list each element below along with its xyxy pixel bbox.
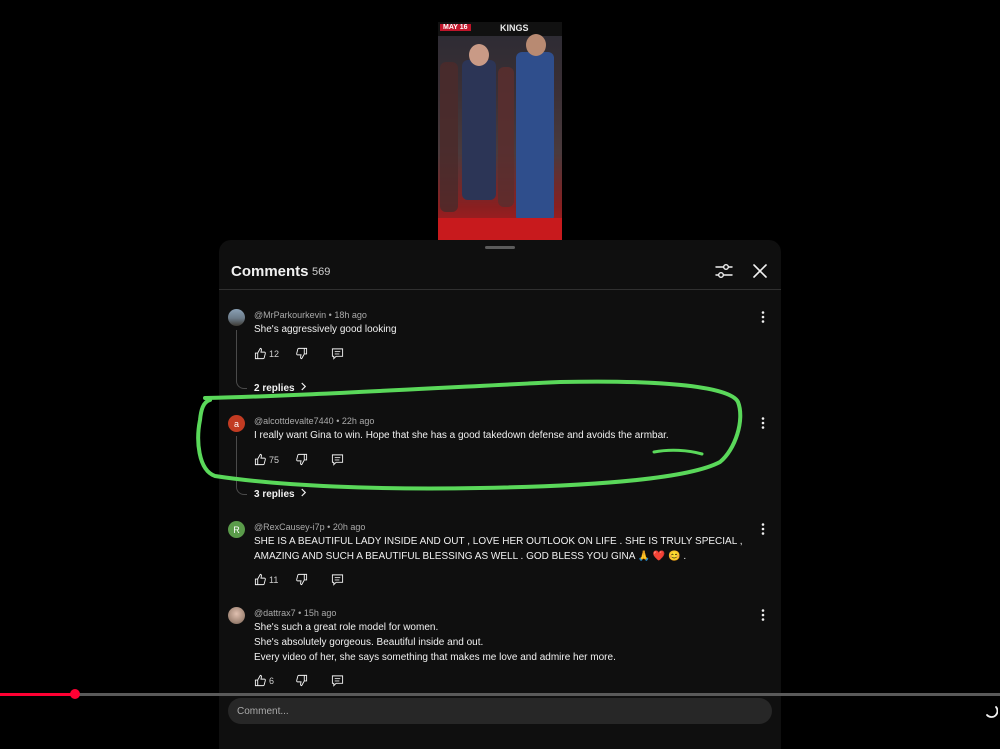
- chevron-right-icon: [301, 382, 307, 391]
- comment-line: AMAZING AND SUCH A BEAUTIFUL BLESSING AS…: [254, 551, 687, 562]
- like-count: 11: [269, 575, 279, 585]
- reply-icon[interactable]: [331, 347, 344, 360]
- comment-line: Every video of her, she says something t…: [254, 652, 616, 663]
- background-person: [498, 67, 514, 207]
- more-options-icon[interactable]: [758, 522, 768, 536]
- dislike-icon[interactable]: [295, 347, 308, 360]
- comment-meta: @alcottdevalte7440 • 22h ago: [254, 416, 375, 426]
- comment-text: SHE IS A BEAUTIFUL LADY INSIDE AND OUT ,…: [254, 534, 754, 564]
- comments-header: Comments 569: [219, 240, 781, 290]
- comment-meta: @dattrax7 • 15h ago: [254, 608, 337, 618]
- progress-scrubber[interactable]: [70, 689, 80, 699]
- more-options-icon[interactable]: [758, 310, 768, 324]
- comment-line: She's aggressively good looking: [254, 324, 397, 335]
- loading-icon: [986, 706, 998, 718]
- comment-input-container: [228, 698, 772, 724]
- like-icon[interactable]: [254, 573, 267, 586]
- comment-line: She's such a great role model for women.: [254, 622, 439, 633]
- fighter-figure: [462, 44, 496, 200]
- like-icon[interactable]: [254, 347, 267, 360]
- comment-author[interactable]: @dattrax7: [254, 608, 296, 618]
- chevron-right-icon: [301, 488, 307, 497]
- comment-line: She's absolutely gorgeous. Beautiful ins…: [254, 637, 484, 648]
- video-progress-track[interactable]: [0, 693, 1000, 696]
- like-count: 12: [269, 349, 280, 359]
- comment-text: She's aggressively good looking: [254, 322, 754, 337]
- comment-time: 20h ago: [332, 522, 366, 532]
- dislike-icon[interactable]: [295, 674, 308, 687]
- comment-line: SHE IS A BEAUTIFUL LADY INSIDE AND OUT ,…: [254, 536, 743, 547]
- thread-line: [236, 436, 247, 495]
- comment-meta: @RexCausey-i7p • 20h ago: [254, 522, 366, 532]
- interviewer-figure: [516, 34, 554, 222]
- comments-count: 569: [312, 266, 331, 278]
- more-options-icon[interactable]: [758, 416, 768, 430]
- reply-icon[interactable]: [331, 453, 344, 466]
- comment-time: 18h ago: [334, 310, 367, 320]
- comment-time: 22h ago: [341, 416, 375, 426]
- thread-line: [236, 330, 247, 389]
- video-brand-text: KINGS: [500, 23, 529, 33]
- comment-author[interactable]: @MrParkourkevin: [254, 310, 326, 320]
- comment-author[interactable]: @RexCausey-i7p: [254, 522, 325, 532]
- avatar[interactable]: [228, 309, 245, 326]
- view-replies-button[interactable]: 3 replies: [254, 488, 307, 500]
- comment-text: I really want Gina to win. Hope that she…: [254, 428, 754, 443]
- comment-text: She's such a great role model for women.…: [254, 620, 754, 665]
- stage-floor: [438, 218, 562, 240]
- comment-line: I really want Gina to win. Hope that she…: [254, 430, 669, 441]
- view-replies-button[interactable]: 2 replies: [254, 382, 307, 394]
- video-preview[interactable]: MAY 16 KINGS: [438, 22, 562, 240]
- comment-author[interactable]: @alcottdevalte7440: [254, 416, 334, 426]
- video-progress-fill: [0, 693, 75, 696]
- comments-panel: Comments 569 @MrParkourkevin • 18h ago S…: [219, 240, 781, 749]
- like-icon[interactable]: [254, 674, 267, 687]
- comments-title: Comments: [231, 263, 309, 280]
- reply-icon[interactable]: [331, 674, 344, 687]
- replies-label: 3 replies: [254, 489, 295, 500]
- like-icon[interactable]: [254, 453, 267, 466]
- more-options-icon[interactable]: [758, 608, 768, 622]
- avatar[interactable]: [228, 607, 245, 624]
- close-icon[interactable]: [751, 262, 769, 280]
- avatar[interactable]: a: [228, 415, 245, 432]
- comment-input[interactable]: [228, 698, 757, 724]
- like-count: 75: [269, 455, 280, 465]
- comment-time: 15h ago: [303, 608, 337, 618]
- dislike-icon[interactable]: [295, 453, 308, 466]
- reply-icon[interactable]: [331, 573, 344, 586]
- comment-meta: @MrParkourkevin • 18h ago: [254, 310, 367, 320]
- video-date-badge: MAY 16: [440, 24, 471, 31]
- replies-label: 2 replies: [254, 383, 295, 394]
- avatar[interactable]: R: [228, 521, 245, 538]
- dislike-icon[interactable]: [295, 573, 308, 586]
- filter-icon[interactable]: [715, 262, 733, 280]
- like-count: 6: [269, 676, 275, 686]
- background-person: [440, 62, 458, 212]
